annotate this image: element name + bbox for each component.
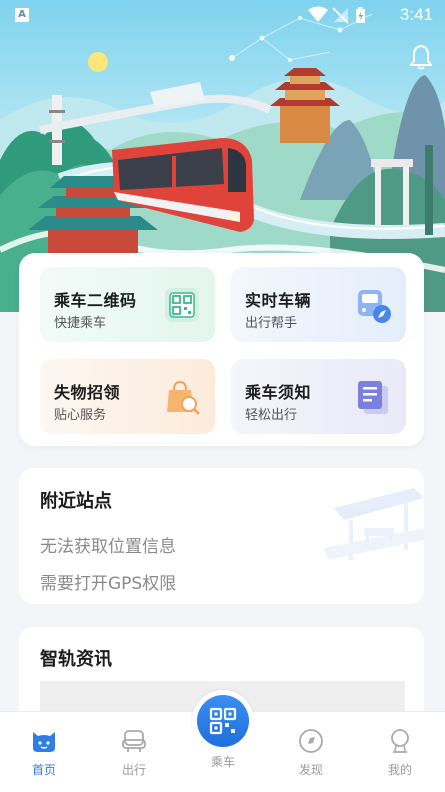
gps-permission-text[interactable]: 需要打开GPS权限 [40,569,176,594]
station-illustration [324,488,424,560]
bus-compass-icon [358,290,391,323]
tile-title: 实时车辆 [245,291,312,310]
status-bar: A 3:41 [0,0,445,32]
lost-and-found-button[interactable]: 失物招领 贴心服务 [40,359,215,434]
car-icon [122,730,146,752]
qr-code-icon [165,288,199,322]
tile-title: 乘车须知 [245,383,312,402]
bottom-nav: 首页 出行 乘车 发现 我的 [0,690,445,792]
nav-home[interactable]: 首页 [14,728,74,778]
battery-charging-icon [356,7,365,23]
qr-scan-icon [209,707,237,735]
nearby-title: 附近站点 [40,491,112,512]
nav-discover[interactable]: 发现 [281,728,341,778]
tile-subtitle: 出行帮手 [245,316,298,331]
realtime-vehicles-button[interactable]: 实时车辆 出行帮手 [231,267,406,342]
news-title: 智轨资讯 [40,649,112,670]
tile-title: 乘车二维码 [54,291,137,310]
notification-bell-icon[interactable] [409,44,433,74]
wifi-icon [308,6,328,22]
notification-icon: A [15,8,29,22]
ride-qr-code-button[interactable]: 乘车二维码 快捷乘车 [40,267,215,342]
compass-icon [299,729,323,753]
status-icons [308,6,365,24]
ride-qr-button[interactable] [192,690,254,752]
nav-label: 出行 [121,763,146,777]
tile-subtitle: 快捷乘车 [54,316,107,331]
quick-actions-card: 乘车二维码 快捷乘车 实时车辆 出行帮手 失物招领 贴心服务 乘车须知 轻松出行 [19,253,424,446]
shopping-bag-search-icon [167,380,200,415]
nav-trip[interactable]: 出行 [104,728,164,778]
no-signal-icon [332,7,349,24]
nav-label: 发现 [298,763,323,777]
nav-ride[interactable]: 乘车 [187,690,259,770]
home-face-icon [33,732,55,752]
nav-label: 我的 [387,763,412,777]
tile-subtitle: 贴心服务 [54,408,107,423]
tile-subtitle: 轻松出行 [245,408,298,423]
nav-mine[interactable]: 我的 [370,728,430,778]
clock: 3:41 [399,5,433,24]
location-error-text: 无法获取位置信息 [40,537,176,557]
document-icon [358,381,388,414]
riding-notice-button[interactable]: 乘车须知 轻松出行 [231,359,406,434]
user-icon [391,729,409,753]
tile-title: 失物招领 [54,383,121,402]
nav-label: 乘车 [210,755,235,769]
nearby-stations-card: 附近站点 无法获取位置信息 需要打开GPS权限 [19,468,424,604]
nav-label: 首页 [31,763,56,777]
